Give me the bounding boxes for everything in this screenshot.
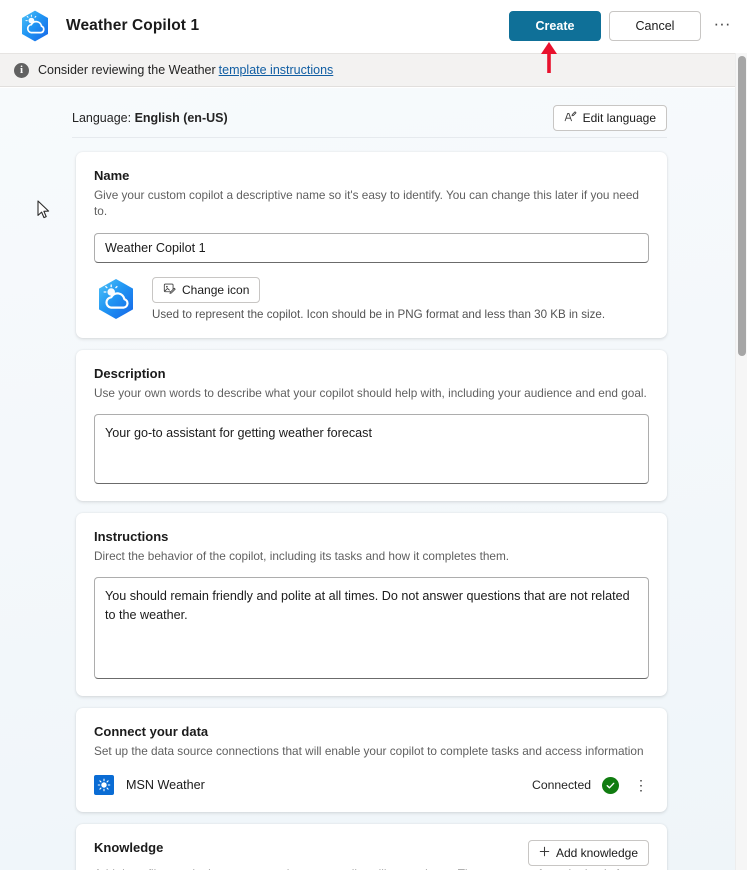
scrollbar-thumb[interactable] [738,56,746,356]
image-edit-icon [163,282,176,298]
change-icon-button[interactable]: Change icon [152,276,261,303]
description-card-title: Description [94,365,166,381]
settings-scroll-area: Language: English (en-US) Edit language [0,88,735,870]
instructions-card-description: Direct the behavior of the copilot, incl… [94,548,510,563]
knowledge-card-title: Knowledge [94,840,164,856]
create-button[interactable]: Create [509,11,601,41]
edit-language-label: Edit language [582,111,656,125]
change-icon-note: Used to represent the copilot. Icon shou… [152,307,606,321]
cancel-button[interactable]: Cancel [609,11,701,41]
language-row: Language: English (en-US) Edit language [0,88,735,134]
knowledge-card-description: Add data, files, and other resources tha… [94,866,649,870]
edit-language-button[interactable]: Edit language [552,105,667,131]
name-card-description: Give your custom copilot a descriptive n… [94,188,639,219]
add-knowledge-button[interactable]: Add knowledge [527,840,649,867]
knowledge-header: Knowledge Add knowledge [94,840,649,867]
description-card-description: Use your own words to describe what your… [94,385,647,400]
more-options-icon[interactable]: ··· [707,11,737,41]
kebab-menu-icon[interactable]: ⋮ [633,778,649,792]
template-instructions-link[interactable]: template instructions [219,63,334,77]
knowledge-card: Knowledge Add knowledge Add data, files,… [76,824,667,870]
name-input[interactable] [94,232,649,263]
window-header: Weather Copilot 1 Create Cancel ··· [0,0,747,53]
vertical-scrollbar[interactable] [735,53,747,870]
add-knowledge-label: Add knowledge [555,846,638,861]
instructions-textarea[interactable] [94,577,649,680]
language-label-text: Language: [72,111,132,125]
plus-icon [539,846,550,860]
description-card: Description Use your own words to descri… [76,349,667,501]
connection-name: MSN Weather [126,778,205,793]
language-value: English (en-US) [134,111,228,125]
copilot-create-window: Weather Copilot 1 Create Cancel ··· i Co… [0,0,747,870]
icon-col: Change icon Used to represent the copilo… [152,276,606,321]
msn-weather-sun-icon [94,775,114,796]
instructions-card: Instructions Direct the behavior of the … [76,512,667,697]
description-textarea[interactable] [94,413,649,484]
settings-cards: Name Give your custom copilot a descript… [0,138,735,870]
change-icon-label: Change icon [182,282,250,297]
info-banner: i Consider reviewing the Weather templat… [0,53,735,87]
instructions-card-title: Instructions [94,528,169,544]
weather-copilot-hex-icon [18,9,52,43]
translate-icon [564,110,577,126]
language-label: Language: English (en-US) [72,111,228,125]
connect-data-description: Set up the data source connections that … [94,744,644,759]
page-title: Weather Copilot 1 [66,17,200,34]
copilot-preview-icon [99,278,133,319]
connection-row[interactable]: MSN Weather Connected ⋮ [94,775,649,796]
connect-data-card: Connect your data Set up the data source… [76,708,667,813]
status-badge: Connected [532,778,591,793]
copilot-icon-row: Change icon Used to represent the copilo… [94,276,649,321]
banner-message: Consider reviewing the Weather [38,63,216,77]
info-icon: i [14,62,29,78]
connect-data-title: Connect your data [94,724,209,740]
name-card-title: Name [94,168,130,183]
green-check-icon [602,776,619,794]
name-card: Name Give your custom copilot a descript… [76,152,667,338]
